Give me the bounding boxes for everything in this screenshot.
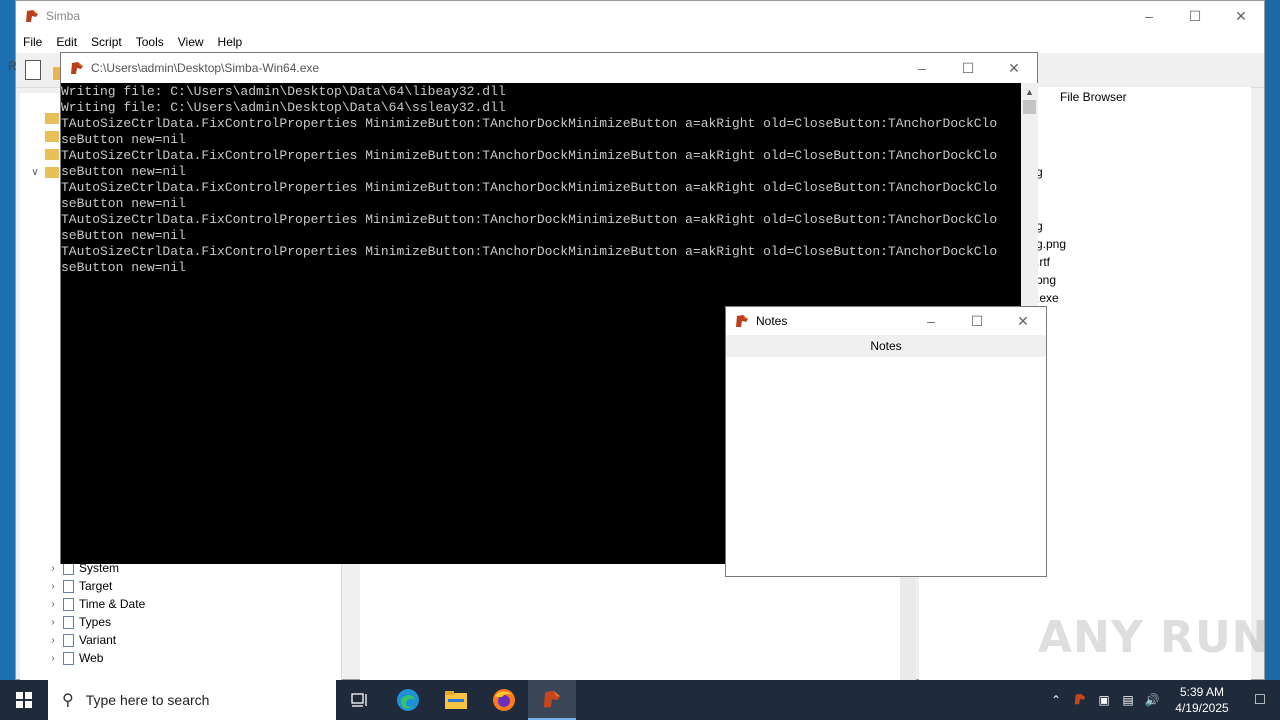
close-icon[interactable]: ✕ <box>1218 1 1264 31</box>
file-icon <box>63 579 74 593</box>
console-line: seButton new=nil <box>61 196 186 211</box>
windows-icon <box>16 692 32 708</box>
chevron-right-icon[interactable]: › <box>46 563 60 574</box>
notes-window: Notes – ☐ ✕ Notes <box>725 306 1047 577</box>
menu-view[interactable]: View <box>171 35 211 49</box>
simba-taskbar-icon[interactable] <box>528 680 576 720</box>
notes-title: Notes <box>756 314 788 328</box>
minimize-icon[interactable]: – <box>1126 1 1172 31</box>
chevron-right-icon[interactable]: › <box>46 581 60 592</box>
task-view-icon[interactable] <box>336 680 384 720</box>
edge-icon[interactable] <box>384 680 432 720</box>
chevron-right-icon[interactable]: › <box>46 653 60 664</box>
tree-item-target[interactable]: › Target <box>46 577 112 595</box>
console-line: seButton new=nil <box>61 228 186 243</box>
console-line: seButton new=nil <box>61 260 186 275</box>
file-icon <box>63 615 74 629</box>
simba-app-icon <box>736 315 748 327</box>
file-item[interactable]: png <box>1036 273 1056 287</box>
file-browser-header: File Browser <box>1060 90 1127 104</box>
menu-tools[interactable]: Tools <box>129 35 171 49</box>
toolbar-label: R <box>8 59 17 73</box>
menu-script[interactable]: Script <box>84 35 129 49</box>
tree-item-variant[interactable]: › Variant <box>46 631 116 649</box>
clock[interactable]: 5:39 AM 4/19/2025 <box>1164 684 1240 716</box>
file-icon <box>63 633 74 647</box>
close-icon[interactable]: ✕ <box>991 53 1037 83</box>
chevron-down-icon[interactable]: ∨ <box>28 167 42 178</box>
system-tray: ⌃ ▣ ▤ 🔊 5:39 AM 4/19/2025 □ <box>1044 680 1280 720</box>
console-line: seButton new=nil <box>61 164 186 179</box>
folder-icon <box>45 148 59 160</box>
file-item[interactable]: .exe <box>1036 291 1059 305</box>
notes-titlebar: Notes – ☐ ✕ <box>726 307 1046 335</box>
chevron-right-icon[interactable]: › <box>46 617 60 628</box>
menu-bar: File Edit Script Tools View Help <box>16 31 1264 53</box>
desktop-strip <box>0 0 15 680</box>
menu-file[interactable]: File <box>16 35 49 49</box>
firefox-icon[interactable] <box>480 680 528 720</box>
file-explorer-icon[interactable] <box>432 680 480 720</box>
volume-icon[interactable]: 🔊 <box>1140 693 1164 707</box>
meet-now-icon[interactable]: ▣ <box>1092 693 1116 707</box>
chevron-right-icon[interactable]: › <box>46 599 60 610</box>
folder-icon <box>45 166 59 178</box>
console-line: TAutoSizeCtrlData.FixControlProperties M… <box>61 116 998 131</box>
start-button[interactable] <box>0 680 48 720</box>
chevron-up-icon[interactable]: ⌃ <box>1044 693 1068 707</box>
tree-item-web[interactable]: › Web <box>46 649 103 667</box>
console-line: TAutoSizeCtrlData.FixControlProperties M… <box>61 244 998 259</box>
console-line: TAutoSizeCtrlData.FixControlProperties M… <box>61 212 998 227</box>
simba-app-icon <box>26 10 38 22</box>
console-line: TAutoSizeCtrlData.FixControlProperties M… <box>61 148 998 163</box>
maximize-icon[interactable]: ☐ <box>954 306 1000 336</box>
search-placeholder: Type here to search <box>85 692 210 708</box>
taskbar-search[interactable]: ⚲ Type here to search <box>48 680 336 720</box>
console-line: Writing file: C:\Users\admin\Desktop\Dat… <box>61 100 506 115</box>
file-item[interactable]: g.png <box>1036 237 1066 251</box>
console-line: Writing file: C:\Users\admin\Desktop\Dat… <box>61 84 506 99</box>
chevron-right-icon[interactable]: › <box>46 635 60 646</box>
scroll-up-icon[interactable]: ▲ <box>1021 83 1038 100</box>
console-title: C:\Users\admin\Desktop\Simba-Win64.exe <box>91 61 320 75</box>
console-line: TAutoSizeCtrlData.FixControlProperties M… <box>61 180 998 195</box>
menu-edit[interactable]: Edit <box>49 35 84 49</box>
network-icon[interactable]: ▤ <box>1116 693 1140 707</box>
file-icon <box>63 597 74 611</box>
clock-date: 4/19/2025 <box>1175 701 1229 715</box>
new-document-icon[interactable] <box>25 60 41 80</box>
close-icon[interactable]: ✕ <box>1000 306 1046 336</box>
clock-time: 5:39 AM <box>1179 685 1225 699</box>
simba-app-icon <box>71 62 83 74</box>
tree-item-types[interactable]: › Types <box>46 613 111 631</box>
minimize-icon[interactable]: – <box>899 53 945 83</box>
minimize-icon[interactable]: – <box>908 306 954 336</box>
tree-item-time-date[interactable]: › Time & Date <box>46 595 145 613</box>
simba-title: Simba <box>46 9 81 23</box>
folder-icon <box>45 112 59 124</box>
maximize-icon[interactable]: ☐ <box>945 53 991 83</box>
taskbar: ⚲ Type here to search ⌃ ▣ ▤ 🔊 5:39 AM 4/… <box>0 680 1280 720</box>
scroll-thumb[interactable] <box>1023 100 1036 114</box>
console-titlebar: C:\Users\admin\Desktop\Simba-Win64.exe –… <box>61 53 1037 83</box>
simba-tray-icon[interactable] <box>1068 692 1092 709</box>
anyrun-watermark: ANY RUN <box>1038 612 1270 663</box>
notification-icon[interactable]: □ <box>1240 691 1280 709</box>
menu-help[interactable]: Help <box>211 35 250 49</box>
folder-icon <box>45 130 59 142</box>
file-item[interactable]: .rtf <box>1036 255 1050 269</box>
search-icon: ⚲ <box>62 692 74 709</box>
file-icon <box>63 651 74 665</box>
simba-titlebar: Simba – ☐ ✕ <box>16 1 1264 31</box>
console-line: seButton new=nil <box>61 132 186 147</box>
notes-header: Notes <box>726 335 1046 357</box>
maximize-icon[interactable]: ☐ <box>1172 1 1218 31</box>
